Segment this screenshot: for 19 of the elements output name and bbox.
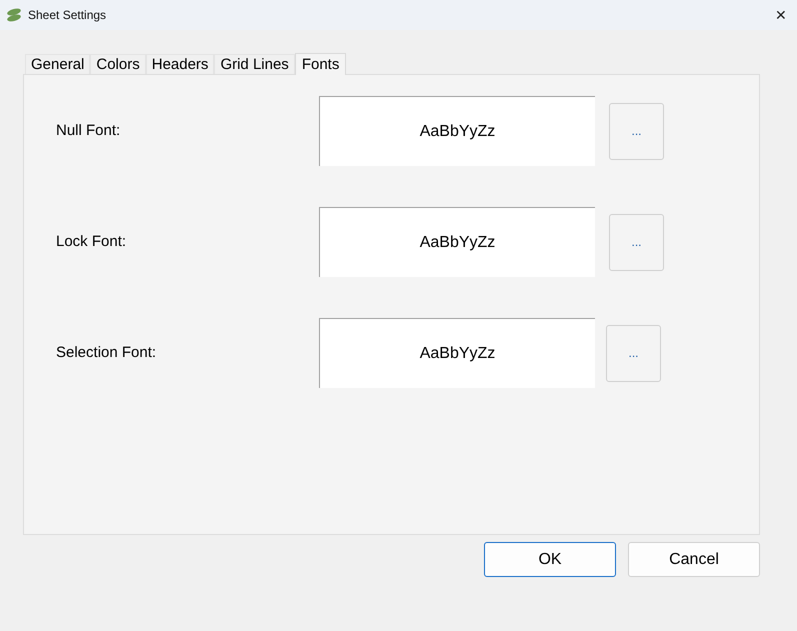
tab[interactable]: General	[25, 54, 90, 74]
close-button[interactable]: ✕	[766, 0, 796, 30]
font-preview: AaBbYyZz	[319, 318, 595, 388]
app-logo-icon	[6, 8, 22, 22]
font-preview: AaBbYyZz	[319, 96, 595, 166]
font-preview: AaBbYyZz	[319, 207, 595, 277]
browse-button[interactable]: ...	[609, 214, 664, 270]
dialog-button[interactable]: OK	[484, 542, 616, 577]
font-label: Selection Font:	[55, 342, 158, 363]
tab[interactable]: Fonts	[294, 53, 346, 75]
browse-button[interactable]: ...	[609, 102, 664, 160]
browse-button[interactable]: ...	[606, 324, 661, 382]
tab[interactable]: Headers	[146, 54, 214, 74]
tab[interactable]: Grid Lines	[214, 54, 295, 74]
dialog-button[interactable]: Cancel	[628, 542, 760, 577]
window-title: Sheet Settings	[28, 7, 106, 24]
font-label: Null Font:	[55, 120, 122, 141]
font-label: Lock Font:	[55, 232, 128, 252]
tab[interactable]: Colors	[90, 54, 146, 74]
